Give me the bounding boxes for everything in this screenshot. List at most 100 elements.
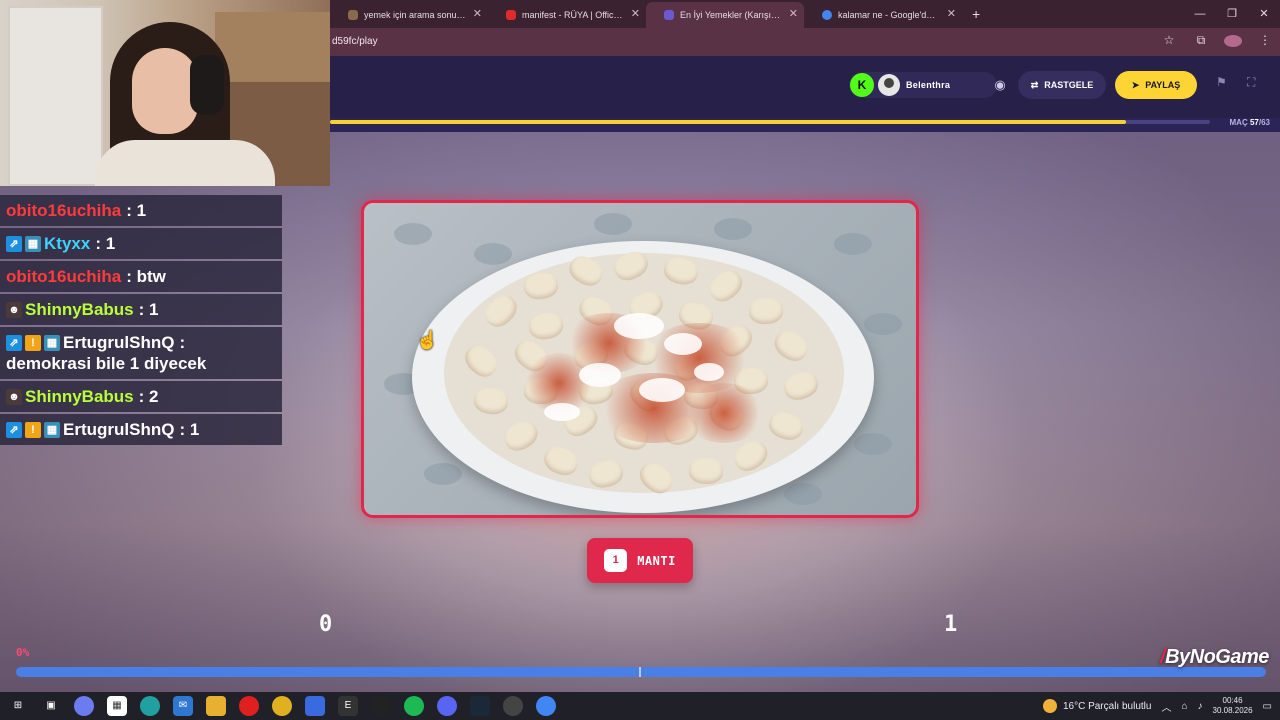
notification-icon[interactable]: ▭	[1263, 701, 1272, 712]
menu-icon[interactable]: ⋮	[1256, 33, 1274, 50]
share-label: PAYLAŞ	[1145, 80, 1181, 90]
folder-icon[interactable]	[206, 696, 226, 716]
chat-text: : 1	[95, 234, 116, 253]
tab-favicon-icon	[664, 10, 674, 20]
opera-icon[interactable]	[239, 696, 259, 716]
chat-message: ☻ ShinnyBabus: 2	[0, 381, 282, 412]
minimize-icon[interactable]: —	[1184, 0, 1216, 28]
chat-username[interactable]: obito16uchiha	[6, 200, 121, 221]
chrome-icon[interactable]	[272, 696, 292, 716]
epic-games-icon[interactable]: E	[338, 696, 358, 716]
browser-tab[interactable]: kalamar ne - Google'da Ara ✕	[804, 2, 962, 28]
user-chip[interactable]: K Belenthra	[849, 72, 997, 98]
close-icon[interactable]: ✕	[631, 7, 640, 20]
tab-label: manifest - RÜYA | Official Musi	[522, 10, 624, 20]
extension-badge-icon: ⇗	[6, 235, 22, 252]
avatar-badge-icon: ☻	[6, 388, 22, 405]
screen: yemek için arama sonuçları - Q ✕ manifes…	[0, 0, 1280, 720]
chat-text: : 2	[138, 387, 159, 406]
tab-label: En İyi Yemekler (Karışık) - Tier L	[680, 10, 782, 20]
username: Belenthra	[906, 80, 951, 90]
restore-icon[interactable]: ❐	[1216, 0, 1248, 28]
gift-badge-icon: !	[25, 421, 41, 438]
chat-message: ⇗! ▦ ErtugrulShnQ: demokrasi bile 1 diyecek	[0, 327, 282, 379]
avatar	[878, 74, 900, 96]
bookmark-star-icon[interactable]: ☆	[1160, 33, 1178, 50]
close-icon[interactable]: ✕	[473, 7, 482, 20]
eye-icon[interactable]: ◉	[986, 72, 1014, 98]
chat-message: ⇗! ▦ ErtugrulShnQ: 1	[0, 414, 282, 445]
chat-username[interactable]: ErtugrulShnQ	[63, 419, 174, 440]
choice-button[interactable]: 1 MANTI	[587, 538, 693, 583]
chat-message: ☻ ShinnyBabus: 1	[0, 294, 282, 325]
close-window-icon[interactable]: ✕	[1248, 0, 1280, 28]
app-icon[interactable]	[305, 696, 325, 716]
send-icon: ➤	[1131, 79, 1140, 90]
match-counter: MAÇ 57/63	[1230, 118, 1270, 127]
chrome-icon[interactable]	[536, 696, 556, 716]
close-icon[interactable]: ✕	[947, 7, 956, 20]
steam-icon[interactable]	[470, 696, 490, 716]
fullscreen-icon[interactable]: ⛶	[1247, 75, 1255, 90]
gift-badge-icon: !	[25, 334, 41, 351]
browser-tab-active[interactable]: En İyi Yemekler (Karışık) - Tier L ✕	[646, 2, 804, 28]
app-icon[interactable]	[371, 696, 391, 716]
weather-widget[interactable]: 16°C Parçalı bulutlu	[1042, 699, 1151, 713]
clock[interactable]: 00:46 30.08.2026	[1213, 696, 1253, 716]
chat-message: ⇗ ▦ Ktyxx: 1	[0, 228, 282, 259]
spotify-icon[interactable]	[404, 696, 424, 716]
app-icon[interactable]	[503, 696, 523, 716]
flag-icon[interactable]: ⚑	[1216, 75, 1227, 89]
network-icon[interactable]: ⌂	[1181, 701, 1187, 712]
chat-username[interactable]: ShinnyBabus	[25, 299, 134, 320]
close-icon[interactable]: ✕	[789, 7, 798, 20]
extension-badge-icon: ⇗	[6, 334, 22, 351]
extension-badge-icon: ⇗	[6, 421, 22, 438]
chat-text: :	[179, 333, 186, 352]
discord-icon[interactable]	[437, 696, 457, 716]
random-button[interactable]: ⇄ RASTGELE	[1018, 71, 1106, 99]
chat-text-continued: demokrasi bile 1 diyecek	[6, 354, 207, 373]
vote-bar	[16, 667, 1266, 677]
task-view-icon[interactable]: ▣	[41, 696, 61, 716]
chat-text: : 1	[179, 420, 200, 439]
score-right: 1	[944, 612, 958, 637]
window-controls: — ❐ ✕	[1184, 0, 1280, 28]
vote-percent: 0%	[16, 646, 30, 659]
choice-number: 1	[604, 549, 628, 572]
taskbar: ⊞ ▣ ▦ ✉ E 16°C Parçalı bulutlu ︿ ⌂ ♪ 00:…	[0, 692, 1280, 720]
store-icon[interactable]: ▦	[107, 696, 127, 716]
browser-tab-bar: yemek için arama sonuçları - Q ✕ manifes…	[330, 0, 1280, 28]
url-field[interactable]: d59fc/play	[332, 36, 378, 47]
profile-avatar[interactable]	[1224, 33, 1242, 50]
extensions-icon[interactable]: ⧉	[1192, 33, 1210, 50]
match-progress-fill	[330, 120, 1127, 124]
tray-chevron-icon[interactable]: ︿	[1161, 699, 1171, 714]
match-total: /63	[1258, 118, 1270, 127]
chat-overlay: obito16uchiha: 1 ⇗ ▦ Ktyxx: 1 obito16uchiha:…	[0, 195, 282, 447]
tab-label: kalamar ne - Google'da Ara	[838, 10, 940, 20]
food-image-card[interactable]	[361, 200, 919, 518]
browser-tab[interactable]: manifest - RÜYA | Official Musi ✕	[488, 2, 646, 28]
windows-start-icon[interactable]: ⊞	[8, 696, 28, 716]
new-tab-button[interactable]: +	[962, 2, 990, 28]
chat-username[interactable]: ErtugrulShnQ	[63, 332, 174, 353]
volume-icon[interactable]: ♪	[1198, 701, 1203, 712]
system-tray: 16°C Parçalı bulutlu ︿ ⌂ ♪ 00:46 30.08.20…	[1042, 692, 1272, 720]
match-progress: MAÇ 57/63	[330, 118, 1280, 132]
copilot-icon[interactable]	[74, 696, 94, 716]
chat-username[interactable]: Ktyxx	[44, 233, 90, 254]
chat-username[interactable]: obito16uchiha	[6, 266, 121, 287]
edge-icon[interactable]	[140, 696, 160, 716]
chat-username[interactable]: ShinnyBabus	[25, 386, 134, 407]
browser-tab[interactable]: yemek için arama sonuçları - Q ✕	[330, 2, 488, 28]
hand-cursor-icon: ☝	[416, 330, 439, 350]
tab-favicon-icon	[348, 10, 358, 20]
mail-icon[interactable]: ✉	[173, 696, 193, 716]
game-header: K Belenthra ◉ ⇄ RASTGELE ➤ PAYLAŞ ⚑ ⛶	[330, 56, 1280, 118]
webcam-overlay	[0, 0, 330, 186]
share-button[interactable]: ➤ PAYLAŞ	[1115, 71, 1197, 99]
shuffle-icon: ⇄	[1030, 79, 1039, 90]
choice-label: MANTI	[637, 553, 676, 568]
match-current: 57	[1249, 118, 1259, 127]
